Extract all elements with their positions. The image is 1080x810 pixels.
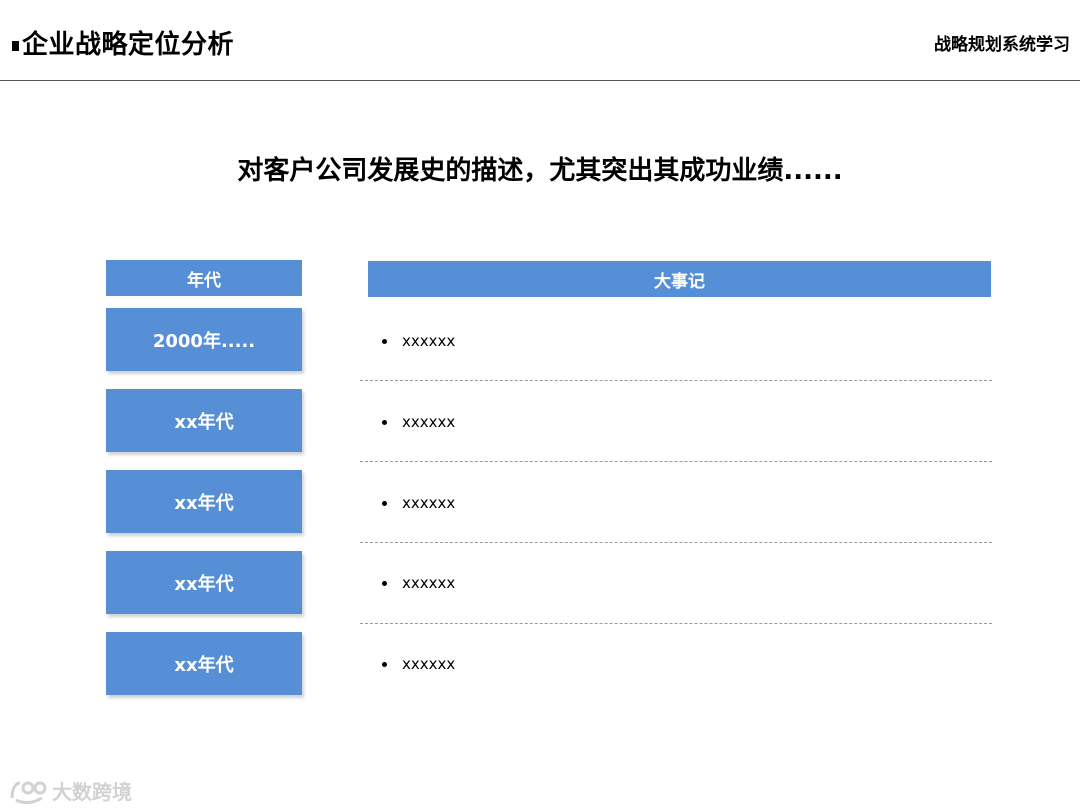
era-box: xx年代 — [106, 470, 302, 533]
page-title: 企业战略定位分析 — [12, 28, 234, 62]
event-item: xxxxxx — [382, 412, 455, 432]
row-divider — [360, 461, 992, 462]
events-column-header: 大事记 — [368, 261, 991, 297]
era-box: xx年代 — [106, 389, 302, 452]
watermark: 大数跨境 — [8, 776, 132, 805]
bullet-icon — [382, 661, 387, 667]
page-subtitle: 战略规划系统学习 — [934, 35, 1070, 55]
event-item: xxxxxx — [382, 331, 455, 351]
event-text: xxxxxx — [402, 655, 456, 673]
era-box: xx年代 — [106, 632, 302, 695]
brand-logo-icon — [10, 781, 47, 804]
watermark-text: 大数跨境 — [52, 780, 132, 804]
bullet-icon — [382, 338, 387, 344]
bullet-icon — [382, 419, 387, 425]
era-box: xx年代 — [106, 551, 302, 614]
event-text: xxxxxx — [402, 413, 456, 431]
event-text: xxxxxx — [402, 332, 456, 350]
event-item: xxxxxx — [382, 654, 455, 674]
event-text: xxxxxx — [402, 574, 456, 592]
title-marker-icon — [12, 41, 19, 51]
row-divider — [360, 380, 992, 381]
header-divider — [0, 80, 1080, 81]
era-column-header: 年代 — [106, 260, 302, 296]
row-divider — [360, 623, 992, 624]
event-item: xxxxxx — [382, 493, 455, 513]
era-box: 2000年..... — [106, 308, 302, 371]
bullet-icon — [382, 500, 387, 506]
event-item: xxxxxx — [382, 573, 455, 593]
event-text: xxxxxx — [402, 494, 456, 512]
bullet-icon — [382, 580, 387, 586]
row-divider — [360, 542, 992, 543]
slide-headline: 对客户公司发展史的描述，尤其突出其成功业绩...... — [237, 156, 843, 186]
page-title-text: 企业战略定位分析 — [22, 30, 235, 60]
